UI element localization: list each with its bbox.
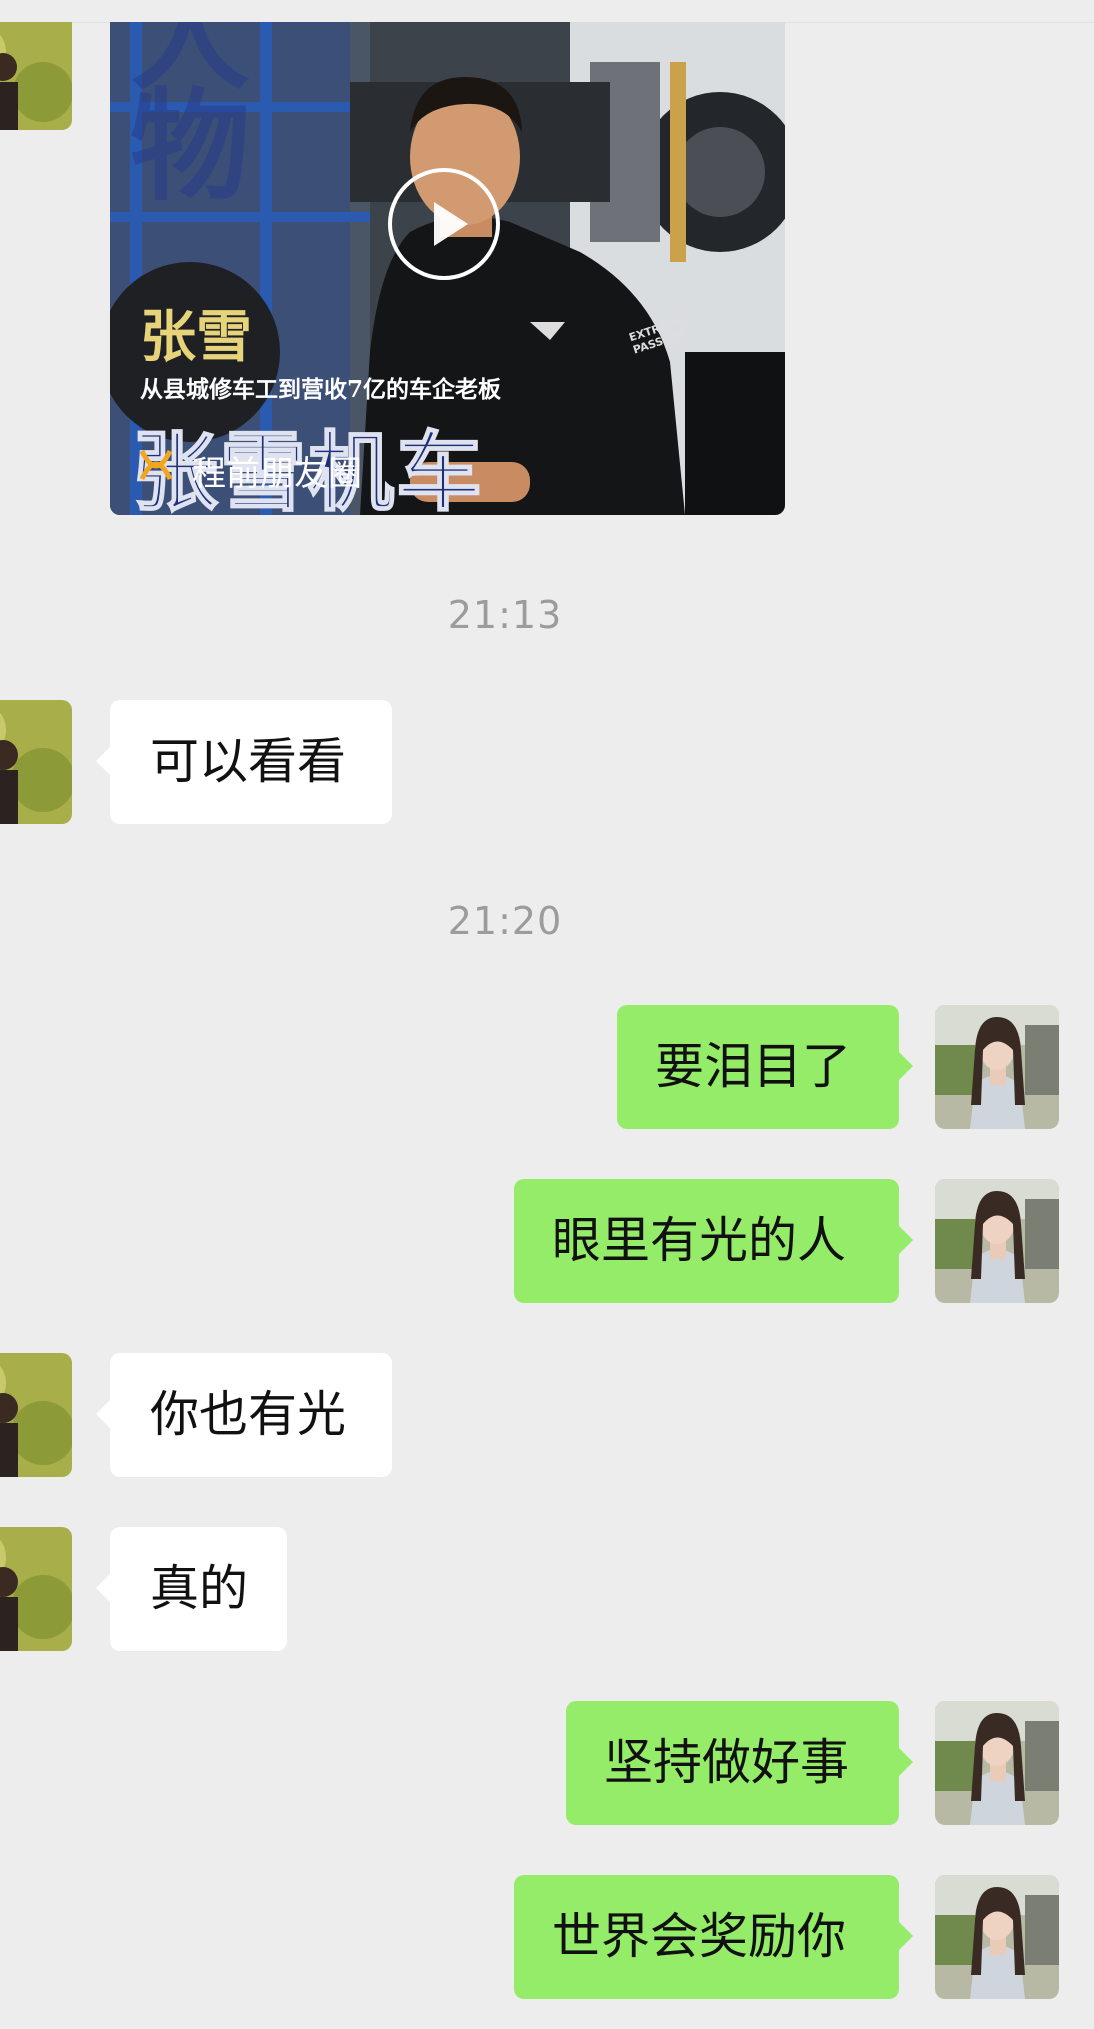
contact-avatar[interactable] [0, 1353, 72, 1477]
my-avatar[interactable] [935, 1875, 1059, 1999]
my-avatar[interactable] [935, 1179, 1059, 1303]
top-bar-edge [0, 0, 1094, 23]
timestamp: 21:13 [447, 593, 563, 637]
timestamp: 21:20 [447, 899, 563, 943]
message-bubble-incoming[interactable]: 可以看看 [96, 700, 392, 824]
channel-logo-icon [138, 447, 174, 483]
video-overlay-big-text: 人物 [130, 22, 250, 217]
video-person-name: 张雪 [140, 304, 252, 370]
message-bubble-outgoing[interactable]: 坚持做好事 [566, 1701, 913, 1825]
my-avatar[interactable] [935, 1005, 1059, 1129]
play-icon[interactable] [388, 168, 500, 280]
message-bubble-outgoing[interactable]: 世界会奖励你 [514, 1875, 913, 1999]
video-subtitle: 从县城修车工到营收7亿的车企老板 [140, 376, 502, 403]
message-bubble-incoming[interactable]: 你也有光 [96, 1353, 392, 1477]
my-avatar[interactable] [935, 1701, 1059, 1825]
video-channel-name: 程前朋友圈 [192, 454, 362, 494]
message-bubble-outgoing[interactable]: 要泪目了 [617, 1005, 913, 1129]
video-message-card[interactable]: 人物 张雪 从县城修车工到营收7亿的车企老板 张雪机车 EXTREME PASS… [110, 22, 785, 515]
contact-avatar[interactable] [0, 1527, 72, 1651]
message-bubble-incoming[interactable]: 真的 [96, 1527, 287, 1651]
contact-avatar[interactable] [0, 22, 72, 130]
message-bubble-outgoing[interactable]: 眼里有光的人 [514, 1179, 913, 1303]
contact-avatar[interactable] [0, 700, 72, 824]
